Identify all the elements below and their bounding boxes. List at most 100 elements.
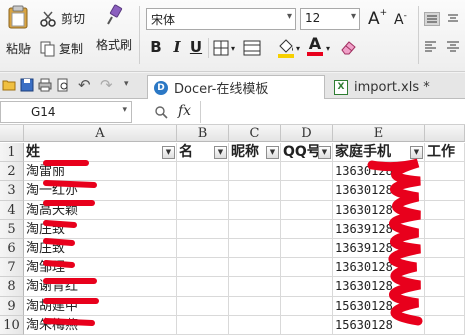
align-center-button[interactable] [446,40,462,54]
table-cell[interactable]: 淘高天颖 [24,200,177,220]
table-cell[interactable]: 淘雷丽 [24,162,177,182]
table-cell[interactable] [425,296,465,316]
table-cell[interactable]: 13630128 [333,181,425,201]
name-box[interactable]: G14 ▾ [0,101,132,123]
table-cell[interactable]: 淘胡建中 [24,296,177,316]
table-cell[interactable]: 淘一红亦 [24,181,177,201]
row-header[interactable]: 10 [0,315,24,335]
merge-cells-button[interactable] [243,40,261,56]
table-cell[interactable]: 15630128 [333,315,425,335]
table-cell[interactable]: 13639128 [333,219,425,239]
copy-button[interactable]: 复制 [40,40,83,57]
align-top-button[interactable] [424,12,440,26]
table-cell[interactable] [229,181,281,201]
table-cell[interactable]: 淘邹理 [24,258,177,278]
table-cell[interactable] [281,296,333,316]
column-header-c[interactable]: C [229,125,281,142]
clear-format-button[interactable] [340,38,358,56]
redo-icon[interactable]: ↷ [100,76,113,94]
table-cell[interactable] [229,277,281,297]
format-painter-button[interactable]: 格式刷 [94,4,134,64]
table-cell[interactable] [425,219,465,239]
table-cell[interactable] [425,200,465,220]
column-header-b[interactable]: B [177,125,229,142]
paste-button[interactable]: 粘贴 [0,4,36,64]
row-header[interactable]: 3 [0,181,24,201]
align-middle-button[interactable] [446,12,462,26]
table-cell[interactable] [177,162,229,182]
underline-button[interactable]: U [189,38,203,58]
table-cell[interactable] [177,239,229,259]
folder-icon[interactable] [2,78,16,92]
table-cell[interactable]: 淘谢青红 [24,277,177,297]
filter-dropdown-icon[interactable]: ▼ [318,146,331,159]
table-cell[interactable] [281,181,333,201]
chevron-down-icon[interactable]: ▾ [326,44,330,53]
align-left-button[interactable] [424,40,440,54]
table-cell[interactable] [425,162,465,182]
row-header[interactable]: 2 [0,162,24,182]
table-cell[interactable] [229,258,281,278]
table-cell[interactable]: 13630128 [333,277,425,297]
table-cell[interactable] [229,315,281,335]
table-cell[interactable]: 13630128 [333,200,425,220]
header-cell-e[interactable]: 家庭手机 ▼ [333,143,425,163]
font-name-combo[interactable]: 宋体 ▾ [146,8,296,30]
table-cell[interactable]: 13630128 [333,162,425,182]
select-all-corner[interactable] [0,125,24,142]
table-cell[interactable]: 13639128 [333,239,425,259]
borders-button[interactable]: ▾ [213,40,235,56]
filter-dropdown-icon[interactable]: ▼ [410,146,423,159]
header-cell-a[interactable]: 姓 ▼ [24,143,177,163]
row-header[interactable]: 8 [0,277,24,297]
print-icon[interactable] [38,78,52,92]
table-cell[interactable] [281,315,333,335]
row-header[interactable]: 6 [0,239,24,259]
table-cell[interactable] [177,219,229,239]
table-cell[interactable] [177,181,229,201]
print-preview-icon[interactable] [56,78,70,92]
table-cell[interactable] [177,258,229,278]
header-cell-b[interactable]: 名 ▼ [177,143,229,163]
table-cell[interactable] [281,258,333,278]
row-header[interactable]: 9 [0,296,24,316]
table-cell[interactable] [177,200,229,220]
table-cell[interactable] [425,181,465,201]
table-cell[interactable] [229,239,281,259]
table-cell[interactable] [425,315,465,335]
font-size-combo[interactable]: 12 ▾ [300,8,360,30]
column-header-a[interactable]: A [24,125,177,142]
header-cell-c[interactable]: 昵称 ▼ [229,143,281,163]
insert-function-button[interactable]: fx [178,103,191,119]
font-color-button[interactable]: A [307,36,323,56]
table-cell[interactable] [177,277,229,297]
table-cell[interactable]: 15630128 [333,296,425,316]
table-cell[interactable] [281,162,333,182]
table-cell[interactable] [281,200,333,220]
bold-button[interactable]: B [148,38,164,58]
zoom-icon[interactable] [154,105,168,119]
save-icon[interactable] [20,78,34,92]
undo-icon[interactable]: ↶ [78,76,91,94]
filter-dropdown-icon[interactable]: ▼ [214,146,227,159]
table-cell[interactable] [229,162,281,182]
table-cell[interactable] [425,239,465,259]
table-cell[interactable] [177,296,229,316]
table-cell[interactable] [229,296,281,316]
table-cell[interactable] [229,200,281,220]
filter-dropdown-icon[interactable]: ▼ [266,146,279,159]
header-cell-d[interactable]: QQ号 ▼ [281,143,333,163]
formula-input[interactable] [200,101,465,123]
fill-color-button[interactable]: ▾ [277,38,300,58]
table-cell[interactable] [229,219,281,239]
tab-import-xls[interactable]: X import.xls * [328,75,465,99]
table-cell[interactable] [281,277,333,297]
column-header-e[interactable]: E [333,125,425,142]
row-header[interactable]: 7 [0,258,24,278]
tab-docer-templates[interactable]: D Docer-在线模板 [147,75,325,99]
row-header[interactable]: 5 [0,219,24,239]
table-cell[interactable]: 淘朱梅燕 [24,315,177,335]
table-cell[interactable] [281,219,333,239]
column-header-d[interactable]: D [281,125,333,142]
filter-dropdown-icon[interactable]: ▼ [162,146,175,159]
